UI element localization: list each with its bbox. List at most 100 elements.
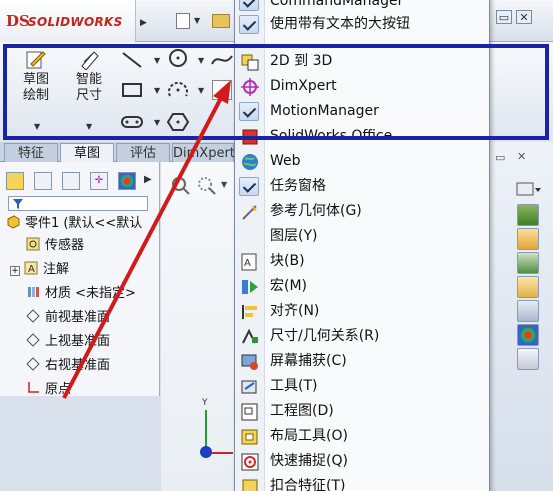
appearances-icon[interactable] bbox=[517, 324, 539, 346]
solidworks-office-icon bbox=[242, 129, 258, 145]
tab-sketch[interactable]: 草图 bbox=[60, 143, 114, 162]
menu-item-solidworks-office[interactable]: SolidWorks Office bbox=[235, 124, 489, 149]
axis-y-label: Y bbox=[202, 398, 208, 408]
tools-icon bbox=[241, 380, 257, 394]
slot-tool-icon[interactable] bbox=[120, 112, 144, 132]
restore-button[interactable]: ▭ bbox=[496, 10, 512, 24]
menu-item-drawing[interactable]: 工程图(D) bbox=[235, 399, 489, 424]
reference-geometry-icon bbox=[242, 205, 257, 220]
tree-item-material[interactable]: 材质 <未指定> bbox=[26, 284, 136, 304]
chevron-down-icon[interactable]: ▼ bbox=[198, 56, 204, 65]
property-manager-icon[interactable] bbox=[34, 172, 52, 190]
tree-item-annotations[interactable]: + A 注解 bbox=[10, 260, 69, 280]
feature-manager-toolbar: ✛ ▶ bbox=[4, 170, 156, 194]
sketch-button[interactable]: 草图绘制 bbox=[12, 48, 60, 104]
origin-marker bbox=[200, 446, 212, 458]
filter-input[interactable] bbox=[8, 196, 148, 211]
svg-text:A: A bbox=[244, 258, 251, 269]
configuration-manager-icon[interactable] bbox=[62, 172, 80, 190]
menu-item-web[interactable]: Web bbox=[235, 149, 489, 174]
menu-item-label: 对齐(N) bbox=[270, 303, 320, 319]
tree-item-top-plane[interactable]: 上视基准面 bbox=[26, 332, 110, 352]
menu-item-screen-capture[interactable]: 屏幕捕获(C) bbox=[235, 349, 489, 374]
arc-tool-icon[interactable] bbox=[166, 80, 190, 100]
fastening-feature-icon bbox=[242, 479, 258, 491]
restore-icon[interactable]: ▭ bbox=[495, 151, 505, 164]
quick-snap-icon bbox=[241, 453, 259, 471]
expand-icon[interactable]: + bbox=[10, 266, 20, 276]
tab-dimxpert[interactable]: DimXpert bbox=[172, 143, 235, 162]
menu-item-label: 屏幕捕获(C) bbox=[270, 353, 347, 369]
chevron-down-icon[interactable]: ▼ bbox=[154, 56, 160, 65]
dropdown-arrow-icon[interactable]: ▼ bbox=[194, 16, 200, 25]
graphics-area[interactable]: ▼ bbox=[161, 162, 234, 491]
chevron-down-icon[interactable]: ▼ bbox=[154, 118, 160, 127]
chevron-right-icon[interactable]: ▶ bbox=[144, 174, 152, 185]
menu-item-fastening-features[interactable]: 扣合特征(T) bbox=[235, 474, 489, 491]
tab-features[interactable]: 特征 bbox=[4, 143, 58, 162]
view-settings-icon[interactable] bbox=[515, 180, 543, 200]
tree-item-label: 前视基准面 bbox=[45, 310, 111, 325]
tree-item-sensors[interactable]: 传感器 bbox=[26, 236, 84, 256]
custom-properties-icon[interactable] bbox=[517, 348, 539, 370]
design-library-icon[interactable] bbox=[517, 252, 539, 274]
home-icon[interactable] bbox=[517, 228, 539, 250]
command-tabs: 特征 草图 评估 DimXpert bbox=[0, 142, 236, 162]
pencil-icon[interactable] bbox=[212, 80, 232, 100]
tree-item-right-plane[interactable]: 右视基准面 bbox=[26, 356, 110, 376]
open-folder-icon[interactable] bbox=[212, 14, 230, 28]
menu-item-2d-to-3d[interactable]: 2D 到 3D bbox=[235, 49, 489, 74]
tree-item-front-plane[interactable]: 前视基准面 bbox=[26, 308, 110, 328]
menu-item-tools[interactable]: 工具(T) bbox=[235, 374, 489, 399]
menu-item-task-pane[interactable]: 任务窗格 bbox=[235, 174, 489, 199]
chevron-down-icon[interactable]: ▼ bbox=[86, 122, 92, 131]
logo-text: SOLIDWORKS bbox=[28, 15, 123, 29]
solidworks-resources-icon[interactable] bbox=[517, 204, 539, 226]
chevron-down-icon[interactable]: ▼ bbox=[154, 86, 160, 95]
dropdown-arrow-icon[interactable]: ▶ bbox=[140, 14, 152, 32]
spline-tool-icon[interactable] bbox=[210, 50, 234, 70]
circle-tool-icon[interactable] bbox=[166, 48, 190, 68]
tree-item-part[interactable]: 零件1 (默认<<默认 bbox=[6, 214, 142, 234]
menu-item-layers[interactable]: 图层(Y) bbox=[235, 224, 489, 249]
display-manager-icon[interactable] bbox=[118, 172, 136, 190]
menu-item-label: 块(B) bbox=[270, 253, 305, 269]
annotation-icon: A bbox=[24, 261, 38, 275]
close-button[interactable]: ✕ bbox=[516, 10, 532, 24]
solidworks-logo[interactable]: DS SOLIDWORKS bbox=[0, 0, 136, 44]
menu-item-motionmanager[interactable]: MotionManager bbox=[235, 99, 489, 124]
menu-item-blocks[interactable]: A 块(B) bbox=[235, 249, 489, 274]
close-icon[interactable]: ✕ bbox=[517, 150, 526, 163]
rectangle-tool-icon[interactable] bbox=[120, 80, 144, 100]
dimxpert-manager-icon[interactable]: ✛ bbox=[90, 172, 108, 190]
menu-item-label: 尺寸/几何关系(R) bbox=[270, 328, 380, 344]
polygon-tool-icon[interactable] bbox=[166, 112, 190, 132]
menu-item-label: 快速捕捉(Q) bbox=[270, 453, 348, 469]
tree-item-label: 原点 bbox=[45, 382, 72, 397]
menu-item-dimxpert[interactable]: DimXpert bbox=[235, 74, 489, 99]
menu-item-macro[interactable]: 宏(M) bbox=[235, 274, 489, 299]
menu-item-label: 工具(T) bbox=[270, 378, 318, 394]
menu-item-large-buttons-with-text[interactable]: 使用带有文本的大按钮 bbox=[235, 12, 489, 37]
feature-tree-icon[interactable] bbox=[6, 172, 24, 190]
menu-item-dimension-relations[interactable]: 尺寸/几何关系(R) bbox=[235, 324, 489, 349]
zoom-to-fit-icon[interactable] bbox=[171, 176, 191, 196]
menu-item-align[interactable]: 对齐(N) bbox=[235, 299, 489, 324]
tree-item-label: 材质 <未指定> bbox=[45, 286, 136, 301]
menu-item-quick-snap[interactable]: 快速捕捉(Q) bbox=[235, 449, 489, 474]
menu-item-layout-tools[interactable]: 布局工具(O) bbox=[235, 424, 489, 449]
new-document-icon[interactable] bbox=[176, 13, 190, 29]
search-icon[interactable] bbox=[517, 300, 539, 322]
smart-dimension-button[interactable]: 智能尺寸 bbox=[64, 48, 114, 104]
chevron-down-icon[interactable]: ▼ bbox=[198, 86, 204, 95]
menu-item-label: 工程图(D) bbox=[270, 403, 334, 419]
tab-evaluate[interactable]: 评估 bbox=[116, 143, 170, 162]
file-explorer-icon[interactable] bbox=[517, 276, 539, 298]
line-tool-icon[interactable] bbox=[120, 50, 144, 70]
menu-item-reference-geometry[interactable]: 参考几何体(G) bbox=[235, 199, 489, 224]
layout-tools-icon bbox=[241, 429, 258, 445]
zoom-area-icon[interactable] bbox=[197, 176, 217, 196]
chevron-down-icon[interactable]: ▼ bbox=[34, 122, 40, 131]
smart-dimension-icon bbox=[81, 51, 99, 70]
chevron-down-icon[interactable]: ▼ bbox=[221, 180, 227, 189]
